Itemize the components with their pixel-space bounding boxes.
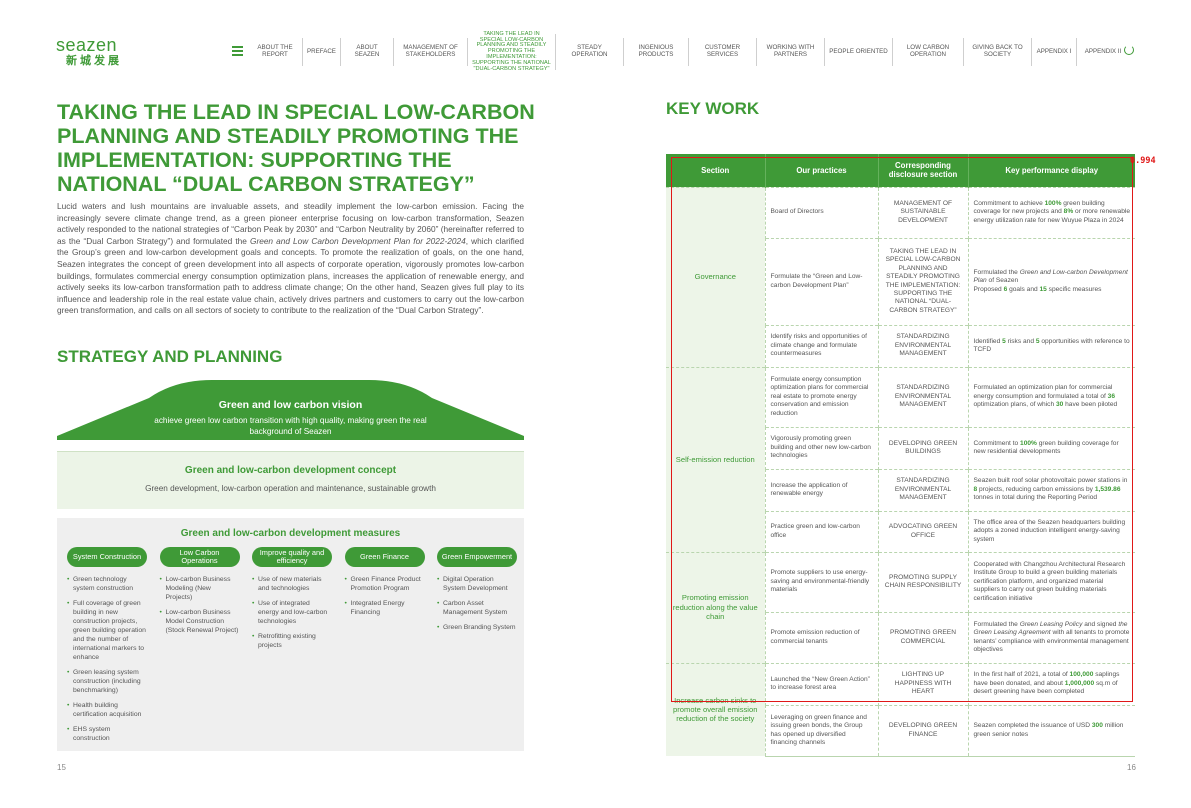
disclosure-link[interactable]: DEVELOPING GREEN FINANCE [878,704,969,757]
measure-item: EHS system construction [67,725,147,743]
top-navigation: ABOUT THE REPORT PREFACE ABOUT SEAZEN MA… [248,31,1129,72]
nav-item-appendix-2[interactable]: APPENDIX II [1077,38,1129,66]
concept-subtitle: Green development, low-carbon operation … [145,484,436,493]
measure-item: Integrated Energy Financing [345,599,425,617]
page-number-right: 16 [1127,763,1136,772]
nav-item-low-carbon-planning[interactable]: TAKING THE LEAD IN SPECIAL LOW-CARBON PL… [468,31,556,71]
nav-item-stakeholders[interactable]: MANAGEMENT OF STAKEHOLDERS [394,38,468,66]
logo-text-en: seazen [56,35,118,55]
nav-item-appendix-1[interactable]: APPENDIX I [1032,38,1077,66]
nav-item-working-with-partners[interactable]: WORKING WITH PARTNERS [757,38,825,66]
measure-item: Green technology system construction [67,575,147,593]
nav-item-low-carbon-operation[interactable]: LOW CARBON OPERATION [893,38,964,66]
measure-item: Green leasing system construction (inclu… [67,668,147,695]
measure-pill: Low Carbon Operations [159,547,240,567]
nav-item-steady-operation[interactable]: STEADY OPERATION [556,38,624,66]
key-work-heading: KEY WORK [666,99,760,118]
nav-item-giving-back[interactable]: GIVING BACK TO SOCIETY [964,38,1032,66]
measure-column-empowerment: Green Empowerment Digital Operation Syst… [437,547,517,749]
measure-item: Low-carbon Business Model Construction (… [160,608,240,635]
concept-block: Green and low-carbon development concept… [57,451,524,509]
measure-item: Full coverage of green building in new c… [67,599,147,662]
measure-pill: System Construction [67,547,147,567]
vision-title: Green and low carbon vision [218,399,363,411]
measure-item: Green Branding System [437,623,517,632]
measure-column-system: System Construction Green technology sys… [67,547,147,749]
measure-column-finance: Green Finance Green Finance Product Prom… [344,547,425,749]
intro-paragraph: Lucid waters and lush mountains are inva… [57,201,525,316]
nav-item-about-report[interactable]: ABOUT THE REPORT [248,38,303,66]
measures-block: Green and low-carbon development measure… [57,518,524,751]
nav-item-about-seazen[interactable]: ABOUT SEAZEN [341,38,394,66]
measure-item: Green Finance Product Promotion Program [345,575,425,593]
measure-item: Carbon Asset Management System [437,599,517,617]
page-number-left: 15 [57,763,66,772]
measure-item: Low-carbon Business Modeling (New Projec… [160,575,240,602]
page-title: TAKING THE LEAD IN SPECIAL LOW-CARBON PL… [57,100,535,196]
measure-item: Health building certification acquisitio… [67,701,147,719]
hamburger-menu-icon[interactable] [232,46,243,56]
measure-pill: Green Empowerment [437,547,517,567]
detection-score: 0.994 [1130,156,1156,166]
refresh-icon[interactable] [1124,45,1134,55]
concept-title: Green and low-carbon development concept [184,465,397,476]
measure-column-quality: Improve quality and efficiency Use of ne… [252,547,332,749]
nav-item-ingenious-products[interactable]: INGENIOUS PRODUCTS [624,38,689,66]
nav-item-customer-services[interactable]: CUSTOMER SERVICES [689,38,757,66]
nav-item-preface[interactable]: PREFACE [303,38,341,66]
nav-item-people-oriented[interactable]: PEOPLE ORIENTED [825,38,893,66]
measures-title: Green and low-carbon development measure… [180,528,401,539]
vision-subtitle: achieve green low carbon transition with… [154,416,427,436]
measure-item: Use of integrated energy and low-carbon … [252,599,332,626]
seazen-logo[interactable]: seazen 新城发展 [56,36,128,68]
kpi-cell: Seazen completed the issuance of USD 300… [968,704,1135,757]
detection-box [671,157,1133,702]
measure-item: Use of new materials and technologies [252,575,332,593]
practice-cell: Leveraging on green finance and issuing … [765,704,879,757]
vision-block: Green and low carbon vision achieve gree… [57,398,524,437]
measure-pill: Green Finance [344,547,425,567]
measure-item: Digital Operation System Development [437,575,517,593]
logo-text-cn: 新城发展 [66,54,122,67]
measure-item: Retrofitting existing projects [252,632,332,650]
measure-column-operations: Low Carbon Operations Low-carbon Busines… [159,547,240,749]
measure-pill: Improve quality and efficiency [252,547,332,567]
strategy-heading: STRATEGY AND PLANNING [57,347,283,366]
